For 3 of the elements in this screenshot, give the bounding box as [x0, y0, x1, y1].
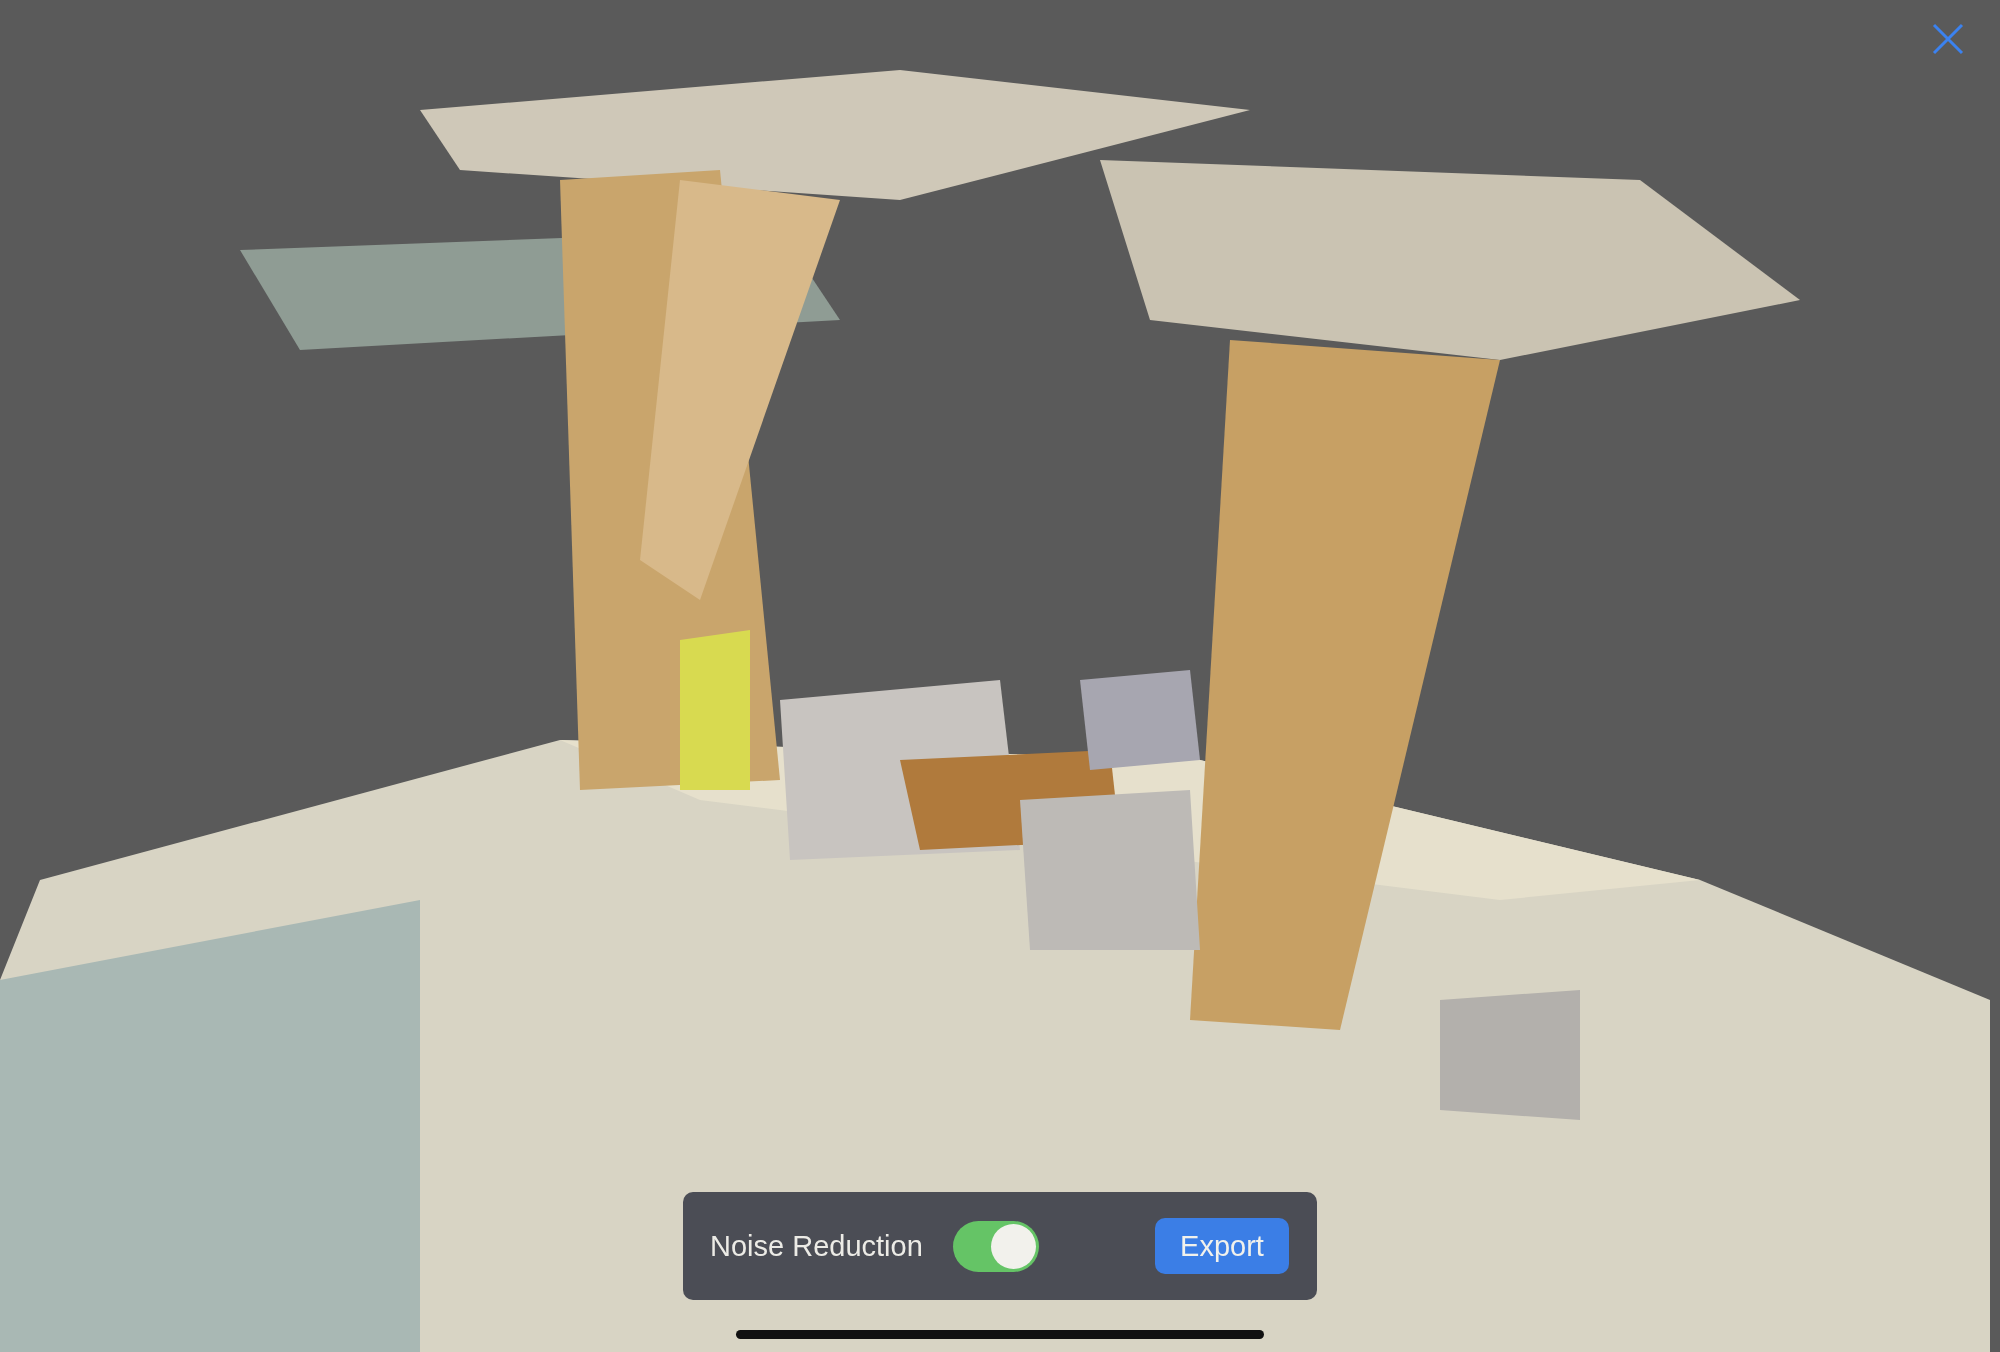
export-button[interactable]: Export: [1155, 1218, 1289, 1274]
toggle-label: Noise Reduction: [710, 1229, 923, 1263]
toggle-switch[interactable]: [952, 1220, 1039, 1272]
